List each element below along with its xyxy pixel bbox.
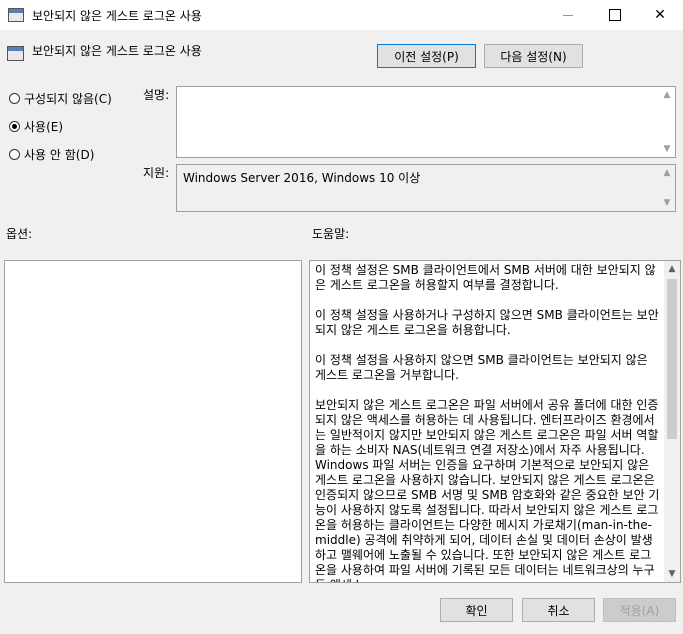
radio-label: 구성되지 않음(C) — [24, 92, 112, 106]
radio-label: 사용 안 함(D) — [24, 148, 95, 162]
help-scrollbar[interactable]: ▲ ▼ — [664, 261, 680, 582]
previous-setting-button[interactable]: 이전 설정(P) — [377, 44, 476, 68]
next-setting-button[interactable]: 다음 설정(N) — [484, 44, 583, 68]
setting-icon — [7, 46, 24, 61]
radio-disabled[interactable]: 사용 안 함(D) — [9, 146, 94, 163]
radio-circle-selected[interactable] — [9, 121, 20, 132]
scroll-up-icon[interactable]: ▲ — [659, 87, 675, 103]
close-button[interactable]: ✕ — [637, 0, 683, 30]
setting-title: 보안되지 않은 게스트 로그온 사용 — [32, 44, 202, 58]
supported-scrollbar[interactable]: ▲ ▼ — [659, 165, 675, 211]
help-paragraph: 이 정책 설정을 사용하지 않으면 SMB 클라이언트는 보안되지 않은 게스트… — [315, 353, 648, 382]
supported-label: 지원: — [143, 166, 170, 180]
radio-circle[interactable] — [9, 93, 20, 104]
radio-label: 사용(E) — [24, 120, 64, 134]
minimize-icon — [563, 14, 573, 16]
window-title: 보안되지 않은 게스트 로그온 사용 — [32, 9, 202, 23]
scroll-down-icon[interactable]: ▼ — [664, 566, 680, 582]
comment-scrollbar[interactable]: ▲ ▼ — [659, 87, 675, 157]
maximize-icon — [609, 9, 621, 21]
ok-button[interactable]: 확인 — [440, 598, 513, 622]
scroll-down-icon[interactable]: ▼ — [659, 195, 675, 211]
scroll-up-icon[interactable]: ▲ — [659, 165, 675, 181]
comment-textarea[interactable]: ▲ ▼ — [176, 86, 676, 158]
help-paragraph: 보안되지 않은 게스트 로그온은 파일 서버에서 공유 폴더에 대한 인증되지 … — [315, 398, 660, 582]
radio-not-configured[interactable]: 구성되지 않음(C) — [9, 90, 112, 107]
supported-value: Windows Server 2016, Windows 10 이상 — [183, 171, 421, 185]
minimize-button[interactable] — [545, 0, 591, 30]
scroll-up-icon[interactable]: ▲ — [664, 261, 680, 277]
help-panel: 이 정책 설정은 SMB 클라이언트에서 SMB 서버에 대한 보안되지 않은 … — [309, 260, 681, 583]
title-bar: 보안되지 않은 게스트 로그온 사용 ✕ — [0, 0, 683, 30]
scroll-down-icon[interactable]: ▼ — [659, 141, 675, 157]
cancel-button[interactable]: 취소 — [522, 598, 595, 622]
maximize-button[interactable] — [592, 0, 638, 30]
radio-circle[interactable] — [9, 149, 20, 160]
comment-label: 설명: — [143, 88, 170, 102]
apply-button[interactable]: 적용(A) — [603, 598, 676, 622]
help-paragraph: 이 정책 설정을 사용하거나 구성하지 않으면 SMB 클라이언트는 보안되지 … — [315, 308, 659, 337]
supported-field: Windows Server 2016, Windows 10 이상 ▲ ▼ — [176, 164, 676, 212]
close-icon: ✕ — [654, 7, 666, 23]
options-label: 옵션: — [6, 227, 33, 241]
help-text: 이 정책 설정은 SMB 클라이언트에서 SMB 서버에 대한 보안되지 않은 … — [315, 263, 660, 582]
policy-icon — [8, 8, 24, 22]
help-paragraph: 이 정책 설정은 SMB 클라이언트에서 SMB 서버에 대한 보안되지 않은 … — [315, 263, 656, 292]
scroll-thumb[interactable] — [667, 279, 677, 439]
options-panel — [4, 260, 302, 583]
help-label: 도움말: — [312, 227, 350, 241]
radio-enabled[interactable]: 사용(E) — [9, 118, 63, 135]
